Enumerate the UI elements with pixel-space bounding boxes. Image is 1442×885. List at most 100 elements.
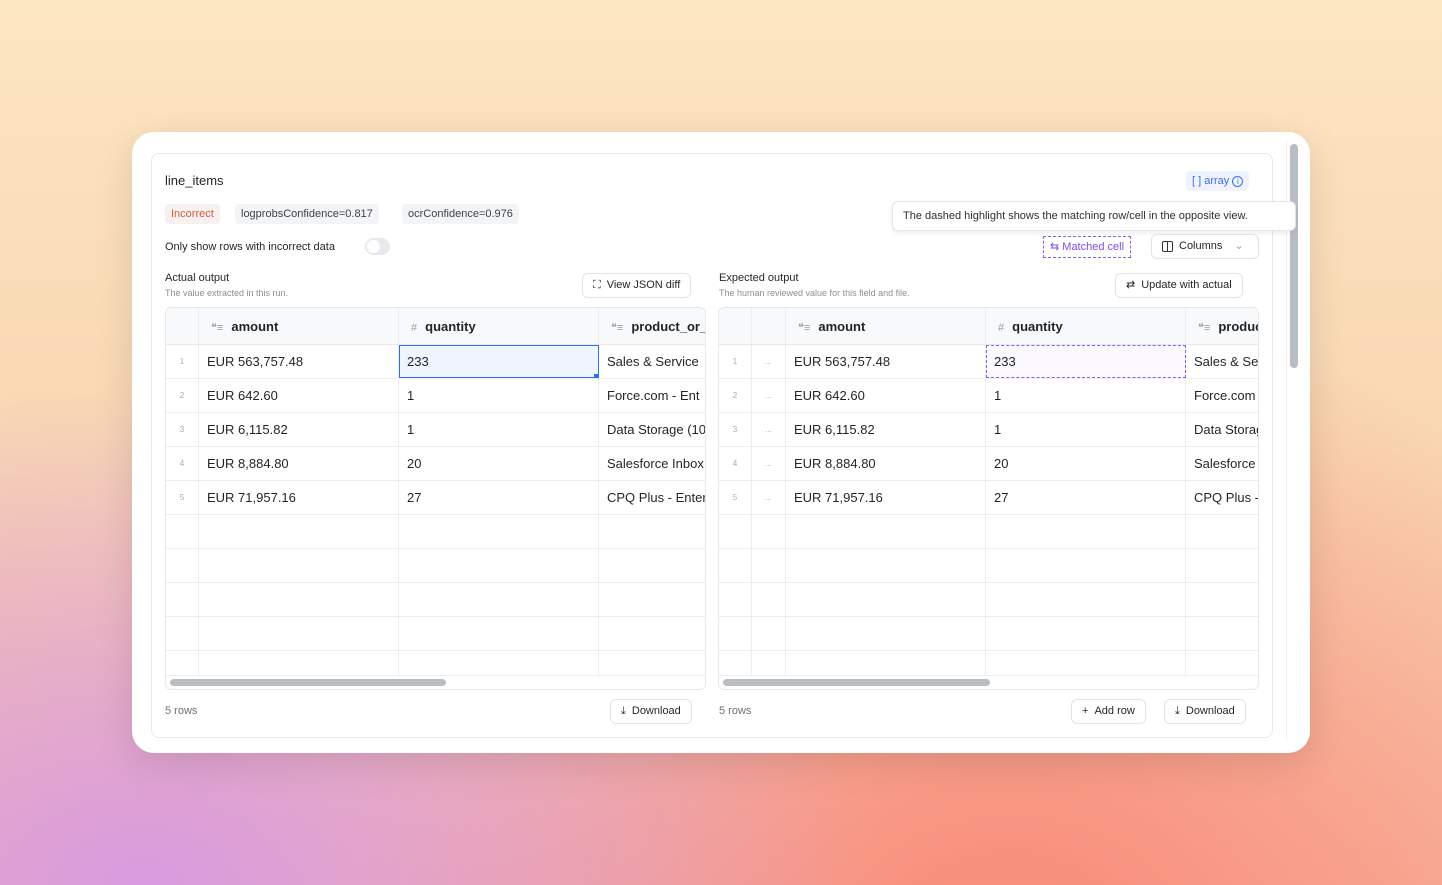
row-menu[interactable]: ...	[752, 345, 786, 378]
cell-quantity[interactable]: 20	[986, 447, 1186, 480]
column-header-quantity[interactable]: # quantity	[986, 308, 1186, 344]
actual-title: Actual output	[165, 272, 230, 284]
cell-quantity[interactable]	[399, 583, 599, 616]
actual-download-button[interactable]: ⤓ Download	[610, 699, 692, 724]
text-type-icon: ❝≡	[611, 322, 624, 334]
cell-quantity[interactable]	[399, 549, 599, 582]
cell-amount[interactable]	[199, 549, 399, 582]
table-row: 4... EUR 8,884.80 20 Salesforce Inbox	[719, 447, 1258, 481]
header-row: ❝≡ amount # quantity ❝≡ product_or_	[719, 308, 1258, 345]
horizontal-scrollbar[interactable]	[170, 679, 446, 686]
cell-product[interactable]: Data Storage (10	[599, 413, 705, 446]
row-menu[interactable]: ...	[752, 413, 786, 446]
column-header-amount[interactable]: ❝≡ amount	[199, 308, 399, 344]
cell-product[interactable]: Data Storage (10	[1186, 413, 1258, 446]
cell-value: 20	[994, 456, 1009, 471]
horizontal-scrollbar[interactable]	[723, 679, 990, 686]
column-header-amount[interactable]: ❝≡ amount	[786, 308, 986, 344]
columns-button[interactable]: Columns ⌄	[1151, 234, 1259, 259]
cell-quantity[interactable]	[986, 515, 1186, 548]
row-menu[interactable]	[752, 515, 786, 548]
cell-quantity[interactable]: 27	[986, 481, 1186, 514]
cell-amount[interactable]: EUR 642.60	[199, 379, 399, 412]
table-row	[719, 583, 1258, 617]
cell-amount[interactable]: EUR 563,757.48	[786, 345, 986, 378]
cell-product[interactable]	[599, 583, 705, 616]
cell-quantity[interactable]: 1	[986, 379, 1186, 412]
cell-value: EUR 8,884.80	[207, 456, 289, 471]
cell-product[interactable]: CPQ Plus - Enter	[599, 481, 705, 514]
cell-amount[interactable]: EUR 71,957.16	[786, 481, 986, 514]
table-row	[719, 617, 1258, 651]
cell-quantity[interactable]	[399, 617, 599, 650]
cell-amount[interactable]: EUR 8,884.80	[786, 447, 986, 480]
expected-table: ❝≡ amount # quantity ❝≡ product_or_ 1... EUR 56…	[718, 307, 1259, 690]
cell-amount[interactable]: EUR 6,115.82	[786, 413, 986, 446]
row-menu-icon[interactable]: ...	[765, 391, 772, 400]
cell-amount[interactable]: EUR 642.60	[786, 379, 986, 412]
cell-amount[interactable]: EUR 8,884.80	[199, 447, 399, 480]
cell-product[interactable]	[1186, 583, 1258, 616]
vertical-scrollbar[interactable]	[1290, 144, 1298, 368]
expected-subtitle: The human reviewed value for this field …	[719, 288, 910, 298]
cell-product[interactable]: CPQ Plus - Enter	[1186, 481, 1258, 514]
cell-amount[interactable]: EUR 563,757.48	[199, 345, 399, 378]
row-number: 2	[719, 379, 752, 412]
cell-quantity[interactable]	[986, 549, 1186, 582]
row-menu[interactable]	[752, 583, 786, 616]
cell-amount[interactable]	[199, 515, 399, 548]
cell-product[interactable]	[599, 549, 705, 582]
cell-product[interactable]	[1186, 549, 1258, 582]
column-header-product[interactable]: ❝≡ product_or_	[599, 308, 705, 344]
cell-product[interactable]: Salesforce Inbox	[599, 447, 705, 480]
cell-quantity[interactable]: 233	[986, 345, 1186, 378]
cell-amount[interactable]	[786, 515, 986, 548]
cell-product[interactable]	[599, 515, 705, 548]
table-row: 1 EUR 563,757.48 233 Sales & Service	[166, 345, 705, 379]
row-menu-icon[interactable]: ...	[765, 493, 772, 502]
cell-quantity[interactable]: 1	[399, 379, 599, 412]
cell-amount[interactable]	[786, 617, 986, 650]
cell-product[interactable]: Sales & Service	[599, 345, 705, 378]
cell-quantity[interactable]	[986, 617, 1186, 650]
cell-amount[interactable]	[786, 549, 986, 582]
cell-product[interactable]: Force.com - Ent	[599, 379, 705, 412]
cell-amount[interactable]	[199, 583, 399, 616]
cell-product[interactable]: Salesforce Inbox	[1186, 447, 1258, 480]
column-header-product[interactable]: ❝≡ product_or_	[1186, 308, 1258, 344]
add-row-button[interactable]: + Add row	[1071, 699, 1146, 724]
cell-amount[interactable]: EUR 71,957.16	[199, 481, 399, 514]
cell-product[interactable]	[1186, 515, 1258, 548]
row-menu[interactable]: ...	[752, 379, 786, 412]
expected-download-button[interactable]: ⤓ Download	[1164, 699, 1246, 724]
cell-product[interactable]	[1186, 617, 1258, 650]
matched-cell-legend[interactable]: ⇆ Matched cell	[1043, 236, 1132, 258]
row-menu[interactable]: ...	[752, 447, 786, 480]
cell-amount[interactable]	[786, 583, 986, 616]
update-with-actual-button[interactable]: ⇄ Update with actual	[1115, 273, 1243, 298]
cell-product[interactable]: Sales & Service	[1186, 345, 1258, 378]
row-number	[719, 549, 752, 582]
cell-quantity[interactable]: 1	[399, 413, 599, 446]
row-menu[interactable]	[752, 617, 786, 650]
row-menu-icon[interactable]: ...	[765, 459, 772, 468]
cell-product[interactable]	[599, 617, 705, 650]
incorrect-rows-toggle[interactable]	[365, 238, 390, 255]
row-menu[interactable]: ...	[752, 481, 786, 514]
cell-quantity[interactable]: 27	[399, 481, 599, 514]
cell-quantity[interactable]: 233	[399, 345, 599, 378]
cell-quantity[interactable]: 1	[986, 413, 1186, 446]
cell-product[interactable]: Force.com - Ent	[1186, 379, 1258, 412]
cell-quantity[interactable]: 20	[399, 447, 599, 480]
view-json-diff-button[interactable]: ⛶ View JSON diff	[582, 273, 692, 298]
row-menu[interactable]	[752, 549, 786, 582]
cell-amount[interactable]: EUR 6,115.82	[199, 413, 399, 446]
cell-amount[interactable]	[199, 617, 399, 650]
column-header-quantity[interactable]: # quantity	[399, 308, 599, 344]
cell-quantity[interactable]	[986, 583, 1186, 616]
cell-quantity[interactable]	[399, 515, 599, 548]
row-menu-icon[interactable]: ...	[765, 425, 772, 434]
type-badge[interactable]: [ ] array i	[1186, 171, 1250, 191]
row-menu-icon[interactable]: ...	[765, 357, 772, 366]
tooltip: The dashed highlight shows the matching …	[892, 201, 1296, 231]
